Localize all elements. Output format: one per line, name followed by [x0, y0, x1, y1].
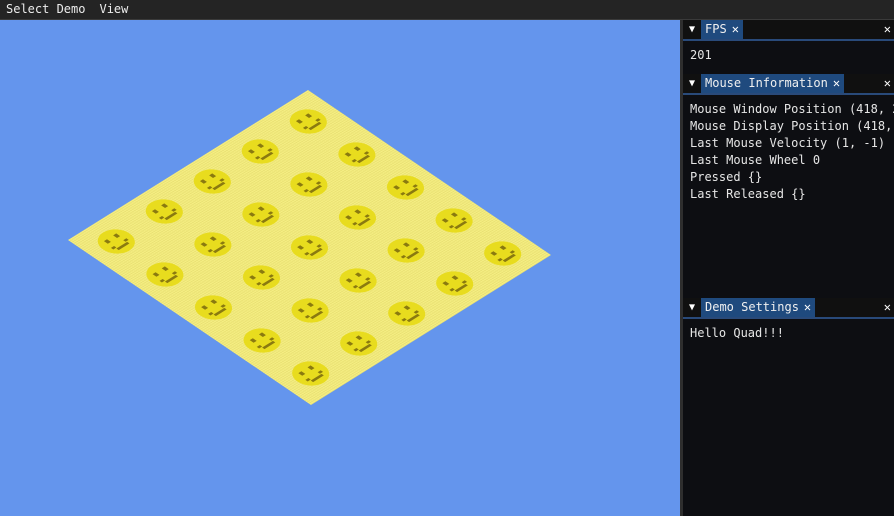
tab-fps[interactable]: FPS ✕ [701, 20, 743, 39]
menu-bar: Select Demo View [0, 0, 894, 20]
close-icon[interactable]: ✕ [884, 74, 891, 93]
mouse-panel: ▼ Mouse Information ✕ ✕ Mouse Window Pos… [683, 74, 894, 296]
fps-body: 201 [683, 41, 894, 70]
last-mouse-velocity: Last Mouse Velocity (1, -1) [690, 136, 886, 150]
last-released-buttons: Last Released {} [690, 187, 806, 201]
last-mouse-wheel: Last Mouse Wheel 0 [690, 153, 821, 167]
close-icon[interactable]: ✕ [732, 20, 739, 39]
mouse-display-position: Mouse Display Position (418, [690, 119, 893, 133]
demo-tabbar: ▼ Demo Settings ✕ ✕ [683, 298, 894, 319]
demo-body: Hello Quad!!! [683, 319, 894, 348]
render-viewport[interactable] [0, 20, 680, 516]
fps-tabbar: ▼ FPS ✕ ✕ [683, 20, 894, 41]
mouse-tabbar: ▼ Mouse Information ✕ ✕ [683, 74, 894, 95]
fps-value: 201 [690, 48, 712, 62]
close-icon[interactable]: ✕ [804, 298, 811, 317]
close-icon[interactable]: ✕ [884, 298, 891, 317]
tab-demo-settings[interactable]: Demo Settings ✕ [701, 298, 816, 317]
fps-panel: ▼ FPS ✕ ✕ 201 [683, 20, 894, 74]
demo-message: Hello Quad!!! [690, 326, 784, 340]
mouse-body: Mouse Window Position (418, 2 Mouse Disp… [683, 95, 894, 209]
demo-tab-label: Demo Settings [705, 300, 799, 314]
mouse-window-position: Mouse Window Position (418, 2 [690, 102, 894, 116]
textured-quad [68, 89, 552, 406]
mouse-tab-label: Mouse Information [705, 76, 828, 90]
triangle-down-icon[interactable]: ▼ [683, 78, 701, 89]
tab-mouse-information[interactable]: Mouse Information ✕ [701, 74, 845, 93]
triangle-down-icon[interactable]: ▼ [683, 24, 701, 35]
pressed-buttons: Pressed {} [690, 170, 763, 184]
demo-settings-panel: ▼ Demo Settings ✕ ✕ Hello Quad!!! [683, 298, 894, 516]
quad-surface [68, 89, 552, 406]
menu-select-demo[interactable]: Select Demo [0, 0, 93, 19]
triangle-down-icon[interactable]: ▼ [683, 302, 701, 313]
close-icon[interactable]: ✕ [884, 20, 891, 39]
fps-tab-label: FPS [705, 22, 727, 36]
menu-view[interactable]: View [93, 0, 136, 19]
close-icon[interactable]: ✕ [833, 74, 840, 93]
